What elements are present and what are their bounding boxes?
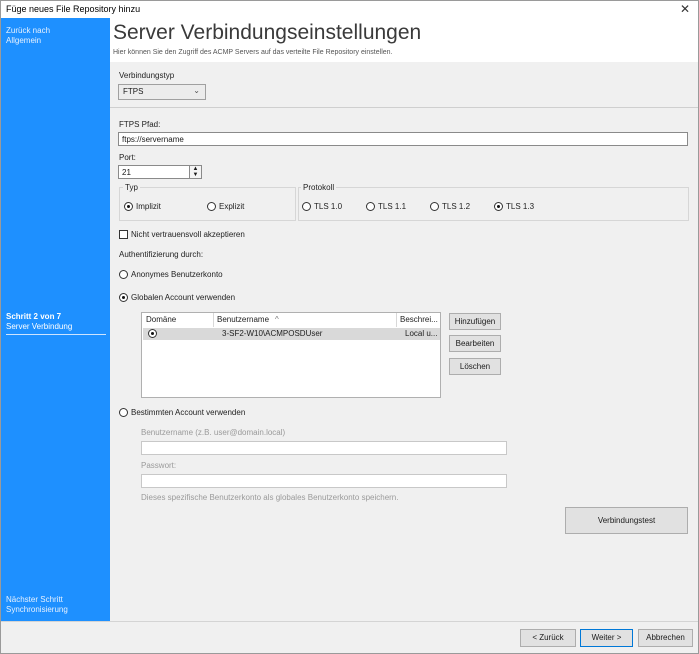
window-title: Füge neues File Repository hinzu: [6, 4, 141, 14]
edit-account-label: Bearbeiten: [455, 339, 495, 348]
back-link-line2: Allgemein: [6, 36, 42, 45]
column-header-username[interactable]: Benutzername: [217, 313, 269, 327]
section-divider: [110, 107, 698, 108]
column-header-description[interactable]: Beschrei...: [400, 313, 438, 327]
untrusted-checkbox[interactable]: [119, 230, 128, 239]
next-link-line2: Synchronisierung: [6, 605, 68, 614]
row-description: Local u...: [405, 329, 438, 338]
back-button[interactable]: < Zurück: [520, 629, 576, 647]
port-label: Port:: [119, 153, 136, 162]
column-divider[interactable]: [396, 313, 397, 327]
back-link-line1: Zurück nach: [6, 26, 51, 35]
dialog-window: Füge neues File Repository hinzu ✕ Zurüc…: [0, 0, 699, 654]
chevron-down-icon: ⌄: [193, 86, 200, 95]
username-input[interactable]: [141, 441, 507, 455]
step-name: Server Verbindung: [6, 322, 73, 331]
protocol-group-label: Protokoll: [301, 183, 337, 192]
connection-type-label: Verbindungstyp: [119, 71, 175, 80]
back-to-general-link[interactable]: Zurück nach Allgemein: [6, 26, 50, 46]
next-button-label: Weiter >: [591, 633, 622, 642]
radio-tls-1-0[interactable]: [302, 202, 311, 211]
row-default-radio[interactable]: [148, 329, 157, 338]
close-icon[interactable]: ✕: [676, 1, 694, 18]
step-underline: [6, 334, 106, 335]
title-bar: Füge neues File Repository hinzu ✕: [1, 1, 698, 18]
port-input[interactable]: 21: [118, 165, 190, 179]
radio-explizit[interactable]: [207, 202, 216, 211]
wizard-footer: < Zurück Weiter > Abbrechen: [1, 622, 698, 653]
implizit-label: Implizit: [136, 202, 161, 211]
radio-tls-1-2[interactable]: [430, 202, 439, 211]
global-account-label: Globalen Account verwenden: [131, 293, 236, 302]
tls-1-0-label: TLS 1.0: [314, 202, 343, 211]
port-value: 21: [122, 168, 131, 177]
save-as-global-note: Dieses spezifische Benutzerkonto als glo…: [141, 493, 399, 502]
ftps-path-label: FTPS Pfad:: [119, 120, 161, 129]
page-subtitle: Hier können Sie den Zugriff des ACMP Ser…: [113, 49, 393, 56]
connection-test-button[interactable]: Verbindungstest: [565, 507, 688, 534]
radio-specific-account[interactable]: [119, 408, 128, 417]
type-group-label: Typ: [123, 183, 140, 192]
accounts-table[interactable]: Domäne Benutzername ^ Beschrei... 3-SF2-…: [141, 312, 441, 398]
anonymous-account-label: Anonymes Benutzerkonto: [131, 270, 223, 279]
ftps-path-input[interactable]: ftps://servername: [118, 132, 688, 146]
radio-tls-1-1[interactable]: [366, 202, 375, 211]
row-username: 3-SF2-W10\ACMPOSDUser: [222, 329, 323, 338]
back-button-label: < Zurück: [532, 633, 564, 642]
untrusted-checkbox-label: Nicht vertrauensvoll akzeptieren: [131, 230, 245, 239]
page-title: Server Verbindungseinstellungen: [113, 21, 422, 44]
page-header: Server Verbindungseinstellungen Hier kön…: [110, 18, 698, 62]
next-step-link[interactable]: Nächster Schritt Synchronisierung: [6, 595, 68, 615]
delete-account-button[interactable]: Löschen: [449, 358, 501, 375]
tls-1-2-label: TLS 1.2: [442, 202, 471, 211]
auth-label: Authentifizierung durch:: [119, 250, 204, 259]
next-button[interactable]: Weiter >: [580, 629, 633, 647]
radio-global-account[interactable]: [119, 293, 128, 302]
connection-test-label: Verbindungstest: [597, 516, 656, 525]
add-account-label: Hinzufügen: [454, 317, 496, 326]
radio-anonymous-account[interactable]: [119, 270, 128, 279]
connection-type-select[interactable]: FTPS ⌄: [118, 84, 206, 100]
sort-ascending-icon: ^: [275, 315, 279, 324]
next-link-line1: Nächster Schritt: [6, 595, 63, 604]
tls-1-3-label: TLS 1.3: [506, 202, 535, 211]
username-label: Benutzername (z.B. user@domain.local): [141, 428, 286, 437]
wizard-sidebar: Zurück nach Allgemein Schritt 2 von 7 Se…: [1, 18, 110, 621]
current-step: Schritt 2 von 7 Server Verbindung: [6, 312, 72, 332]
main-content: Verbindungstyp FTPS ⌄ FTPS Pfad: ftps://…: [110, 62, 698, 621]
port-stepper[interactable]: ▲ ▼: [189, 165, 202, 179]
delete-account-label: Löschen: [459, 362, 491, 371]
stepper-down-icon[interactable]: ▼: [190, 172, 201, 178]
explizit-label: Explizit: [219, 202, 245, 211]
connection-type-value: FTPS: [123, 87, 144, 96]
tls-1-1-label: TLS 1.1: [378, 202, 407, 211]
password-input[interactable]: [141, 474, 507, 488]
column-header-domain[interactable]: Domäne: [146, 313, 176, 327]
edit-account-button[interactable]: Bearbeiten: [449, 335, 501, 352]
specific-account-label: Bestimmten Account verwenden: [131, 408, 246, 417]
cancel-button[interactable]: Abbrechen: [638, 629, 693, 647]
cancel-button-label: Abbrechen: [646, 633, 685, 642]
password-label: Passwort:: [141, 461, 177, 470]
add-account-button[interactable]: Hinzufügen: [449, 313, 501, 330]
ftps-path-value: ftps://servername: [122, 135, 184, 144]
column-divider[interactable]: [213, 313, 214, 327]
step-counter: Schritt 2 von 7: [6, 312, 62, 321]
radio-implizit[interactable]: [124, 202, 133, 211]
radio-tls-1-3[interactable]: [494, 202, 503, 211]
